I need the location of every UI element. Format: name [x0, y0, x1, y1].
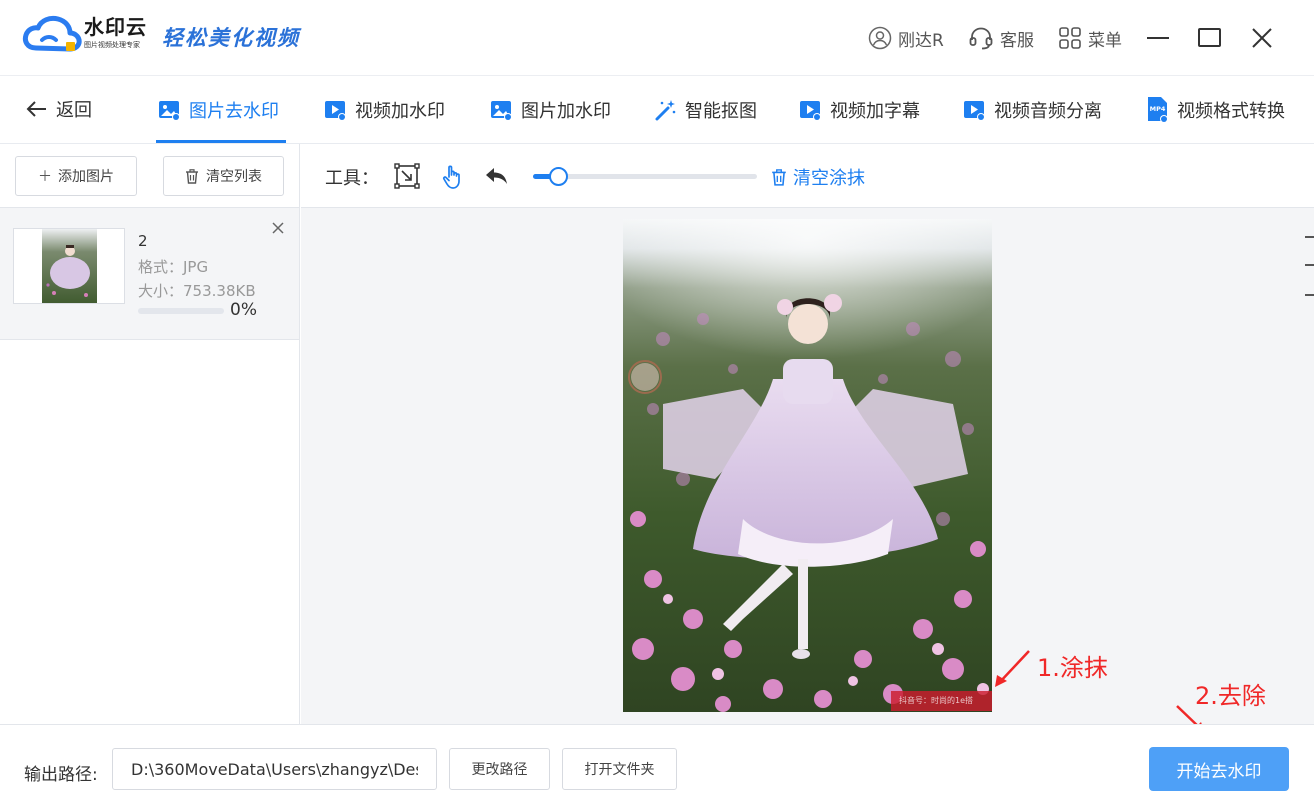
editor-toolbar: 工具： 清空涂抹: [301, 144, 1314, 208]
file-list-item[interactable]: 2 格式：JPG 大小：753.38KB 0%: [0, 208, 299, 340]
editor-panel: 工具： 清空涂抹 抖音号：时尚的1e搭 1.涂抹 2.去除: [301, 144, 1314, 733]
remove-file-icon[interactable]: [270, 220, 286, 236]
clear-brush-label: 清空涂抹: [793, 168, 865, 189]
change-path-label: 更改路径: [471, 762, 528, 778]
annotation-arrow-icon: [995, 650, 1030, 687]
arrow-left-icon: [26, 101, 46, 117]
slogan: 轻松美化视频: [162, 25, 300, 50]
clear-list-label: 清空列表: [206, 169, 262, 185]
file-size: 大小：753.38KB: [138, 282, 256, 300]
photo-preview: [623, 219, 992, 712]
hand-brush-tool-icon[interactable]: [439, 162, 467, 190]
file-name: 2: [138, 232, 148, 250]
minimize-icon[interactable]: [1142, 22, 1174, 54]
menu-label: 菜单: [1088, 30, 1122, 51]
plus-icon: ＋: [38, 169, 52, 185]
clear-list-button[interactable]: 清空列表: [163, 156, 284, 196]
brand-subtitle: 图片视频处理专家: [84, 41, 140, 49]
watermark-text: 抖音号：时尚的1e搭: [899, 696, 974, 705]
back-label: 返回: [56, 100, 92, 121]
brand: 水印云 图片视频处理专家: [84, 16, 147, 50]
user-icon: [868, 26, 892, 50]
user-account-button[interactable]: 刚达R: [868, 24, 944, 52]
clear-brush-button[interactable]: 清空涂抹: [771, 164, 865, 190]
brand-name: 水印云: [84, 15, 147, 39]
file-thumbnail: [13, 228, 125, 304]
grid-menu-icon: [1059, 27, 1081, 49]
user-name: 刚达R: [898, 30, 944, 51]
open-folder-label: 打开文件夹: [584, 762, 655, 778]
video-icon: [325, 101, 346, 121]
file-progress-bar: [138, 308, 224, 314]
file-progress-percent: 0%: [230, 300, 257, 320]
open-folder-button[interactable]: 打开文件夹: [562, 748, 677, 790]
tab-image-add-watermark[interactable]: 图片加水印: [489, 96, 611, 124]
change-path-button[interactable]: 更改路径: [449, 748, 550, 790]
trash-icon: [186, 168, 198, 184]
file-format: 格式：JPG: [138, 258, 209, 276]
tools-label: 工具：: [325, 168, 379, 189]
edge-marker: [1305, 236, 1314, 238]
output-path-label: 输出路径:: [24, 765, 98, 785]
video-icon: [800, 101, 821, 121]
watermark-cloud-logo-icon: [22, 15, 82, 52]
undo-icon[interactable]: [483, 162, 511, 190]
tab-video-add-subtitle[interactable]: 视频加字幕: [798, 96, 920, 124]
image-icon: [159, 101, 180, 121]
tab-label: 图片去水印: [189, 101, 279, 122]
start-remove-watermark-button[interactable]: 开始去水印: [1149, 747, 1289, 791]
output-bar: 输出路径: 更改路径 打开文件夹 开始去水印: [0, 724, 1314, 810]
back-button[interactable]: 返回: [26, 96, 92, 122]
maximize-icon[interactable]: [1194, 22, 1226, 54]
tab-label: 视频加字幕: [830, 101, 920, 122]
tab-smart-cutout[interactable]: 智能抠图: [653, 96, 757, 124]
tab-label: 视频音频分离: [994, 101, 1102, 122]
file-list-panel: ＋ 添加图片 清空列表 2 格式：JPG 大小：753.38KB 0%: [0, 144, 300, 724]
tab-label: 图片加水印: [521, 101, 611, 122]
headset-icon: [969, 27, 993, 50]
box-select-tool-icon[interactable]: [393, 162, 421, 190]
image-canvas[interactable]: 抖音号：时尚的1e搭: [623, 219, 992, 712]
tab-image-watermark-removal[interactable]: 图片去水印: [157, 96, 279, 124]
mp4-file-icon: MP4: [1148, 97, 1168, 123]
magic-wand-icon: [655, 100, 676, 121]
edge-marker: [1305, 294, 1314, 296]
add-image-button[interactable]: ＋ 添加图片: [15, 156, 137, 196]
trash-icon: [772, 168, 786, 186]
brush-size-slider-handle[interactable]: [548, 167, 568, 186]
image-icon: [491, 101, 512, 121]
customer-service-button[interactable]: 客服: [968, 24, 1034, 52]
tab-video-add-watermark[interactable]: 视频加水印: [323, 96, 445, 124]
service-label: 客服: [1000, 30, 1034, 51]
edge-marker: [1305, 264, 1314, 266]
start-label: 开始去水印: [1176, 761, 1262, 782]
brush-size-slider[interactable]: [533, 167, 757, 186]
annotation-brush-step: 1.涂抹: [1037, 654, 1108, 682]
mp4-badge: MP4: [1150, 105, 1166, 113]
active-tab-indicator: [156, 140, 286, 143]
tab-label: 视频加水印: [355, 101, 445, 122]
title-bar: 水印云 图片视频处理专家 轻松美化视频 刚达R 客服 菜单: [0, 0, 1314, 76]
add-image-label: 添加图片: [58, 169, 114, 185]
tab-video-audio-separation[interactable]: 视频音频分离: [962, 96, 1102, 124]
tab-label: 视频格式转换: [1177, 101, 1285, 122]
tab-label: 智能抠图: [685, 101, 757, 122]
tab-video-format-convert[interactable]: MP4 视频格式转换: [1145, 96, 1285, 124]
close-window-icon[interactable]: [1246, 22, 1278, 54]
main-menu-button[interactable]: 菜单: [1058, 24, 1122, 52]
video-icon: [964, 101, 985, 121]
feature-nav: 返回 图片去水印 视频加水印 图片加水印 智能抠图 视频加字幕 视频音频分离 M…: [0, 76, 1314, 144]
output-path-field[interactable]: [112, 748, 437, 790]
